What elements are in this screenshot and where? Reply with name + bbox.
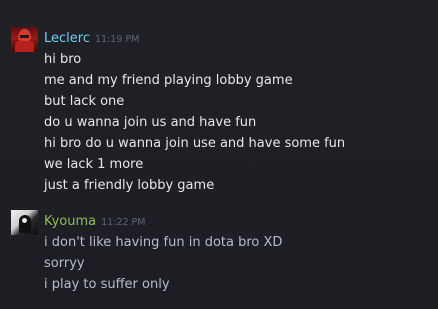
message-timestamp: 11:22 PM <box>101 217 146 228</box>
message-timestamp: 11:19 PM <box>94 34 140 45</box>
message-line: i play to suffer only <box>44 277 170 292</box>
message-line: hi bro <box>44 52 82 67</box>
message-header: Leclerc 11:19 PM <box>44 28 139 49</box>
message-line: but lack one <box>44 94 125 109</box>
leclerc-avatar-icon[interactable] <box>11 27 38 52</box>
username-kyouma[interactable]: Kyouma <box>44 214 96 229</box>
message-lines: hi bro me and my friend playing lobby ga… <box>44 49 345 196</box>
message-line: i don't like having fun in dota bro XD <box>44 235 283 250</box>
message-line: sorryy <box>44 256 85 271</box>
message-line: do u wanna join us and have fun <box>44 115 257 130</box>
message-line: hi bro do u wanna join use and have some… <box>44 136 346 151</box>
message-line: we lack 1 more <box>44 157 144 172</box>
message-line: me and my friend playing lobby game <box>44 73 293 88</box>
chat-log: Leclerc 11:19 PM hi bro me and my friend … <box>0 0 438 309</box>
kyouma-avatar-icon[interactable] <box>11 210 38 235</box>
message-lines: i don't like having fun in dota bro XD s… <box>44 232 282 295</box>
message-line: just a friendly lobby game <box>44 178 215 193</box>
username-leclerc[interactable]: Leclerc <box>44 31 90 46</box>
message-header: Kyouma 11:22 PM <box>44 211 145 232</box>
